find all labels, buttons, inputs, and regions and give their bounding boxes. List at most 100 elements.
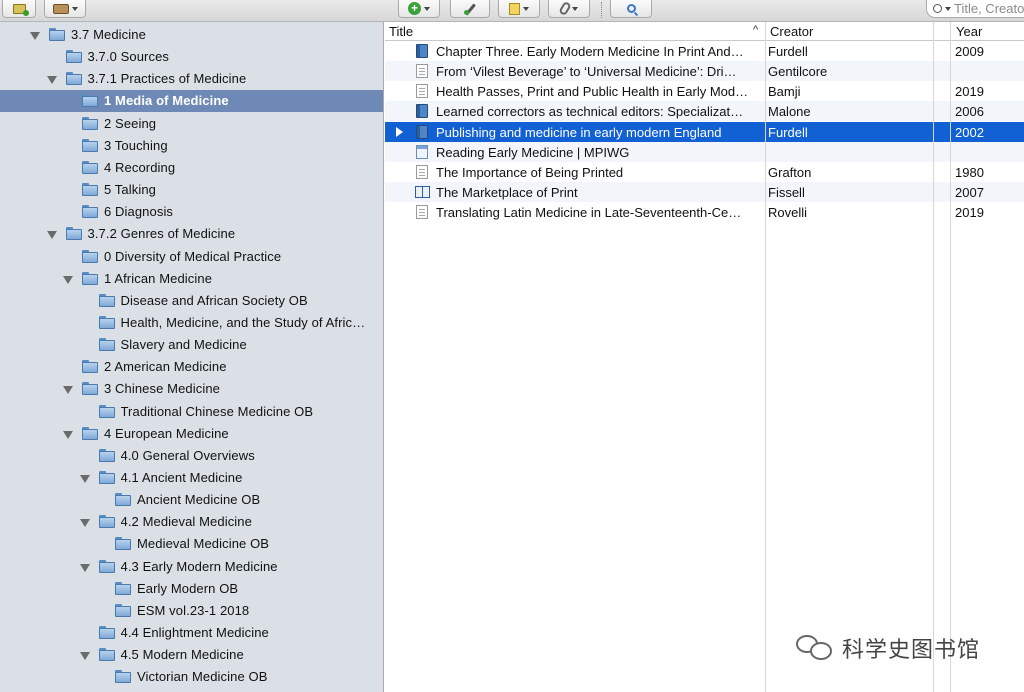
disclosure-triangle-icon[interactable] xyxy=(63,275,73,284)
add-by-identifier-button[interactable] xyxy=(450,0,490,18)
advanced-search-button[interactable] xyxy=(610,0,652,18)
folder-icon xyxy=(98,404,115,418)
table-row[interactable]: Translating Latin Medicine in Late-Seven… xyxy=(385,202,1024,222)
cell-title: The Marketplace of Print xyxy=(436,185,578,201)
document-icon xyxy=(416,64,428,79)
disclosure-triangle-icon[interactable] xyxy=(30,32,40,40)
collection-item[interactable]: 4 Recording xyxy=(0,157,383,179)
collection-item[interactable]: 2 Seeing xyxy=(0,113,383,135)
collection-item[interactable]: 1 Media of Medicine xyxy=(0,90,383,113)
collection-label: Ancient Medicine OB xyxy=(137,492,261,508)
open-book-icon xyxy=(415,186,430,199)
collection-item[interactable]: Health, Medicine, and the Study of Afric… xyxy=(0,312,383,334)
collection-item[interactable]: Traditional Chinese Medicine OB xyxy=(0,401,383,423)
collection-item[interactable]: Slavery and Medicine xyxy=(0,334,383,356)
disclosure-triangle-icon[interactable] xyxy=(79,563,90,572)
collection-item[interactable]: 3.7 Medicine xyxy=(0,24,383,46)
collection-label: 4.0 General Overviews xyxy=(120,447,255,463)
new-library-icon xyxy=(52,3,69,14)
disclosure-triangle-icon[interactable] xyxy=(63,430,73,439)
cell-title: Learned correctors as technical editors:… xyxy=(436,104,744,120)
cell-title: From ‘Vilest Beverage’ to ‘Universal Med… xyxy=(436,64,737,80)
search-input[interactable] xyxy=(954,1,1024,16)
collection-item[interactable]: Disease and African Society OB xyxy=(0,290,383,312)
collection-item[interactable]: 4.3 Early Modern Medicine xyxy=(0,556,383,578)
collection-label: Health, Medicine, and the Study of Afric… xyxy=(120,314,366,330)
folder-icon xyxy=(98,559,115,573)
column-creator-header[interactable]: Creator xyxy=(770,24,813,39)
table-row[interactable]: Chapter Three. Early Modern Medicine In … xyxy=(385,41,1024,61)
items-pane: Title ^ Creator Year Chapter Three. Earl… xyxy=(385,22,1024,692)
collection-item[interactable]: 4.2 Medieval Medicine xyxy=(0,511,383,533)
collection-item[interactable]: ESM vol.23-1 2018 xyxy=(0,600,383,622)
collection-item[interactable]: 4.5 Modern Medicine xyxy=(0,644,383,666)
collection-item[interactable]: 3.7.2 Genres of Medicine xyxy=(0,223,383,245)
add-attachment-button[interactable] xyxy=(548,0,590,18)
collection-item[interactable]: 5 Talking xyxy=(0,179,383,201)
collection-item[interactable]: Ancient Medicine OB xyxy=(0,489,383,511)
folder-icon xyxy=(82,382,98,396)
new-library-button[interactable] xyxy=(44,0,86,18)
collection-label: 2 American Medicine xyxy=(104,359,227,375)
new-item-button[interactable]: + xyxy=(398,0,440,18)
column-divider[interactable] xyxy=(933,22,934,692)
collection-item[interactable]: 0 Diversity of Medical Practice xyxy=(0,246,383,268)
column-title-header[interactable]: Title xyxy=(389,24,413,39)
attachment-icon xyxy=(557,0,572,17)
collection-item[interactable]: Early Modern OB xyxy=(0,578,383,600)
table-row[interactable]: From ‘Vilest Beverage’ to ‘Universal Med… xyxy=(385,61,1024,82)
collection-label: Slavery and Medicine xyxy=(120,337,247,353)
collection-item[interactable]: 6 Diagnosis xyxy=(0,201,383,223)
toolbar: + xyxy=(0,0,1024,22)
collection-item[interactable]: 4 European Medicine xyxy=(0,423,383,445)
column-divider[interactable] xyxy=(950,22,951,692)
collection-item[interactable]: 4.4 Enlightment Medicine xyxy=(0,622,383,644)
collection-item[interactable]: 3.7.1 Practices of Medicine xyxy=(0,68,383,90)
collection-label: 3.7.2 Genres of Medicine xyxy=(87,226,236,242)
cell-creator: Grafton xyxy=(768,164,812,180)
collection-item[interactable]: 3 Chinese Medicine xyxy=(0,378,383,400)
expand-arrow-icon[interactable] xyxy=(396,126,403,137)
cell-title: Publishing and medicine in early modern … xyxy=(436,124,722,140)
collection-item[interactable]: 1 African Medicine xyxy=(0,268,383,290)
disclosure-triangle-icon[interactable] xyxy=(79,475,90,483)
collection-label: ESM vol.23-1 2018 xyxy=(137,602,250,618)
collection-label: Traditional Chinese Medicine OB xyxy=(120,403,314,419)
folder-icon xyxy=(98,293,115,307)
cell-creator: Gentilcore xyxy=(768,64,828,80)
toolbar-separator xyxy=(601,2,602,18)
table-row[interactable]: Publishing and medicine in early modern … xyxy=(385,121,1024,142)
table-row[interactable]: Reading Early Medicine | MPIWG xyxy=(385,141,1024,162)
new-collection-button[interactable] xyxy=(2,0,36,18)
disclosure-triangle-icon[interactable] xyxy=(79,652,90,661)
collection-label: Early Modern OB xyxy=(137,580,239,596)
collection-item[interactable]: 3 Touching xyxy=(0,135,383,157)
chevron-down-icon[interactable] xyxy=(945,6,951,11)
folder-icon xyxy=(98,648,115,662)
search-box[interactable] xyxy=(926,0,1024,18)
collection-label: 3.7 Medicine xyxy=(71,27,146,42)
column-year-header[interactable]: Year xyxy=(956,24,982,39)
disclosure-triangle-icon[interactable] xyxy=(79,519,90,528)
disclosure-triangle-icon[interactable] xyxy=(46,76,57,85)
collection-item[interactable]: 4.1 Ancient Medicine xyxy=(0,467,383,489)
book-icon xyxy=(416,104,428,119)
disclosure-triangle-icon[interactable] xyxy=(46,231,57,240)
collection-item[interactable]: 3.7.0 Sources xyxy=(0,46,383,68)
book-icon xyxy=(416,124,428,139)
table-row[interactable]: Health Passes, Print and Public Health i… xyxy=(385,81,1024,101)
disclosure-triangle-icon[interactable] xyxy=(63,386,73,395)
cell-year: 1980 xyxy=(955,164,984,180)
collection-item[interactable]: 4.0 General Overviews xyxy=(0,445,383,467)
column-divider[interactable] xyxy=(765,22,766,692)
folder-icon xyxy=(98,471,115,484)
table-row[interactable]: The Importance of Being Printed Grafton 19… xyxy=(385,162,1024,182)
table-row[interactable]: The Marketplace of Print Fissell 2007 xyxy=(385,182,1024,203)
table-row[interactable]: Learned correctors as technical editors:… xyxy=(385,101,1024,122)
collection-item[interactable]: 2 American Medicine xyxy=(0,356,383,378)
collection-label: 4 European Medicine xyxy=(104,425,229,441)
collection-item[interactable]: Victorian Medicine OB xyxy=(0,666,383,688)
web-page-icon xyxy=(416,144,428,159)
new-note-button[interactable] xyxy=(498,0,540,18)
collection-item[interactable]: Medieval Medicine OB xyxy=(0,533,383,555)
